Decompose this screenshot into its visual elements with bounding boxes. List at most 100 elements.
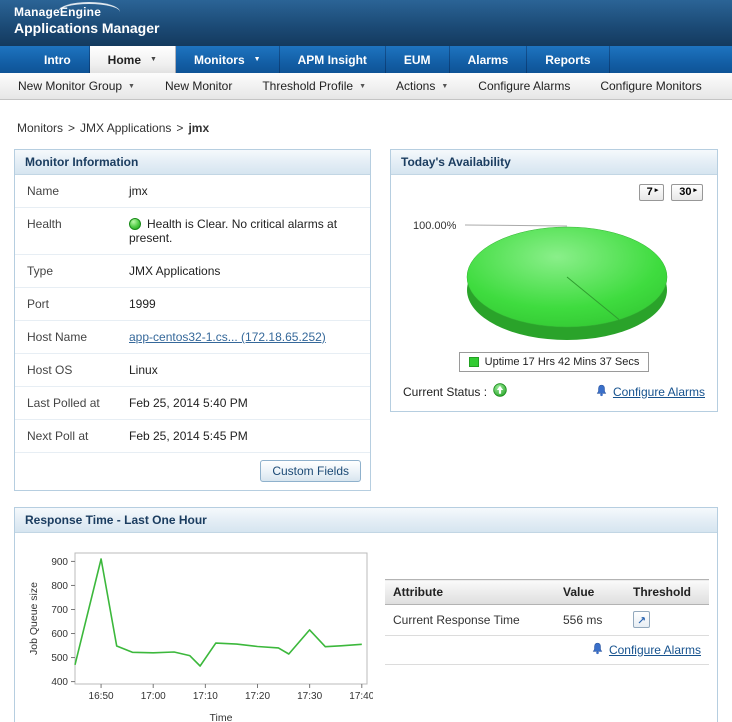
chevron-down-icon[interactable]: ▼ [254,56,261,63]
field-label: Type [27,264,54,278]
field-label: Port [27,297,50,311]
tab-label: APM Insight [297,52,367,67]
col-header-value: Value [555,579,625,605]
period-30-days-button[interactable]: 30 [671,184,703,201]
svg-text:17:10: 17:10 [193,691,218,702]
alarm-bell-icon [591,642,604,658]
svg-text:16:50: 16:50 [89,691,114,702]
response-time-body: 400 500 600 700 800 900 16:50 17:00 17:10 17:20 17… [15,533,717,722]
breadcrumb: Monitors > JMX Applications > jmx [0,100,732,149]
field-value: Feb 25, 2014 5:45 PM [129,429,248,443]
svg-text:500: 500 [51,653,68,664]
configure-alarms-link-response[interactable]: Configure Alarms [609,643,701,657]
breadcrumb-separator: > [176,121,184,135]
tab-alarms[interactable]: Alarms [450,46,528,73]
table-row: Current Response Time 556 ms [385,604,709,636]
table-row: Configure Alarms [385,635,709,665]
period-buttons: 7 30 [401,181,707,201]
field-label: Name [27,184,60,198]
field-label: Next Poll at [27,429,89,443]
svg-text:Job Queue size: Job Queue size [28,582,40,655]
attribute-value: 556 ms [555,604,625,636]
period-7-days-button[interactable]: 7 [638,184,665,201]
field-value: Linux [129,363,158,377]
monitor-info-row: Port 1999 [15,288,370,321]
manageengine-logo: ManageEngine [14,2,120,19]
uptime-legend-label: Uptime 17 Hrs 42 Mins 37 Secs [484,356,640,368]
svg-text:700: 700 [51,605,68,616]
status-row: Current Status : Configure Alarms [401,381,707,405]
response-line-chart: 400 500 600 700 800 900 16:50 17:00 17:10 17:20 17… [28,552,373,722]
svg-text:900: 900 [51,557,68,568]
menu-label: Configure Monitors [600,79,702,93]
field-value: Feb 25, 2014 5:40 PM [129,396,248,410]
svg-text:800: 800 [51,581,68,592]
col-header-threshold: Threshold [625,579,709,605]
tab-apm-insight[interactable]: APM Insight [280,46,386,73]
breadcrumb-monitors[interactable]: Monitors [17,121,63,135]
panel-monitor-information: Monitor Information Name jmx Health Heal… [14,149,371,491]
field-label: Host OS [27,363,73,377]
tab-label: Home [107,52,142,67]
field-value: 1999 [129,297,156,311]
tab-monitors[interactable]: Monitors ▼ [176,46,280,73]
svg-text:17:00: 17:00 [141,691,166,702]
field-value: jmx [129,184,148,198]
field-label: Last Polled at [27,396,100,410]
breadcrumb-jmx-applications[interactable]: JMX Applications [80,121,171,135]
new-monitor-link[interactable]: New Monitor [165,79,232,93]
col-header-attribute: Attribute [385,579,555,605]
status-up-icon [493,383,507,400]
alarm-bell-icon [595,384,608,400]
tab-home[interactable]: Home ▼ [89,46,176,73]
field-value: app-centos32-1.cs... (172.18.65.252) [127,321,370,353]
actions-menu[interactable]: Actions ▼ [396,79,448,93]
monitor-info-row: Host Name app-centos32-1.cs... (172.18.6… [15,321,370,354]
panel-title: Today's Availability [391,150,717,175]
page-content: Monitor Information Name jmx Health Heal… [0,149,732,722]
configure-alarms-link[interactable]: Configure Alarms [478,79,570,93]
menu-label: Threshold Profile [262,79,354,93]
uptime-legend-swatch [468,357,479,367]
custom-fields-button[interactable]: Custom Fields [260,460,361,482]
svg-text:100.00%: 100.00% [413,220,457,232]
tab-label: EUM [403,52,431,67]
health-clear-icon [129,218,141,230]
menu-label: New Monitor Group [18,79,123,93]
main-nav-tabs: Intro Home ▼ Monitors ▼ APM Insight EUM Al… [0,46,732,73]
availability-pie-chart: 100.00% [413,220,668,340]
threshold-profile-menu[interactable]: Threshold Profile ▼ [262,79,366,93]
top-brand-bar: ManageEngine Applications Manager [0,0,732,46]
breadcrumb-separator: > [68,121,76,135]
configure-monitors-link[interactable]: Configure Monitors [600,79,701,93]
health-text: Health is Clear. No critical alarms at p… [129,217,338,245]
svg-text:17:40: 17:40 [349,691,373,702]
panel-title: Monitor Information [15,150,370,175]
pie-legend: Uptime 17 Hrs 42 Mins 37 Secs [458,352,650,372]
chevron-down-icon: ▼ [128,82,135,90]
host-name-link[interactable]: app-centos32-1.cs... (172.18.65.252) [129,330,326,344]
chevron-down-icon[interactable]: ▼ [150,56,157,63]
field-label: Health [27,217,62,231]
action-toolbar: New Monitor Group ▼ New Monitor Threshold… [0,73,732,100]
tab-eum[interactable]: EUM [386,46,450,73]
menu-label: New Monitor [164,79,233,93]
availability-body: 7 30 100.00% Uptime 17 Hrs 42 Mins 37 Se… [391,175,717,411]
panel-todays-availability: Today's Availability 7 30 100.00% Uptime… [390,149,718,412]
svg-text:17:20: 17:20 [245,691,270,702]
tab-intro[interactable]: Intro [26,46,90,73]
svg-text:600: 600 [51,629,68,640]
svg-text:17:30: 17:30 [297,691,322,702]
monitor-info-row: Health Health is Clear. No critical alar… [15,208,370,255]
tab-reports[interactable]: Reports [527,46,610,73]
svg-text:Time: Time [210,712,233,722]
associate-threshold-icon[interactable] [633,611,650,628]
tab-label: Intro [44,52,71,67]
configure-alarms-link-availability[interactable]: Configure Alarms [613,385,705,399]
new-monitor-group-menu[interactable]: New Monitor Group ▼ [18,79,135,93]
chevron-down-icon: ▼ [441,82,449,90]
attribute-table-wrap: Attribute Value Threshold Current Respon… [385,579,709,722]
tab-label: Reports [545,52,591,67]
svg-text:400: 400 [51,677,68,688]
monitor-info-footer: Custom Fields [15,453,370,490]
